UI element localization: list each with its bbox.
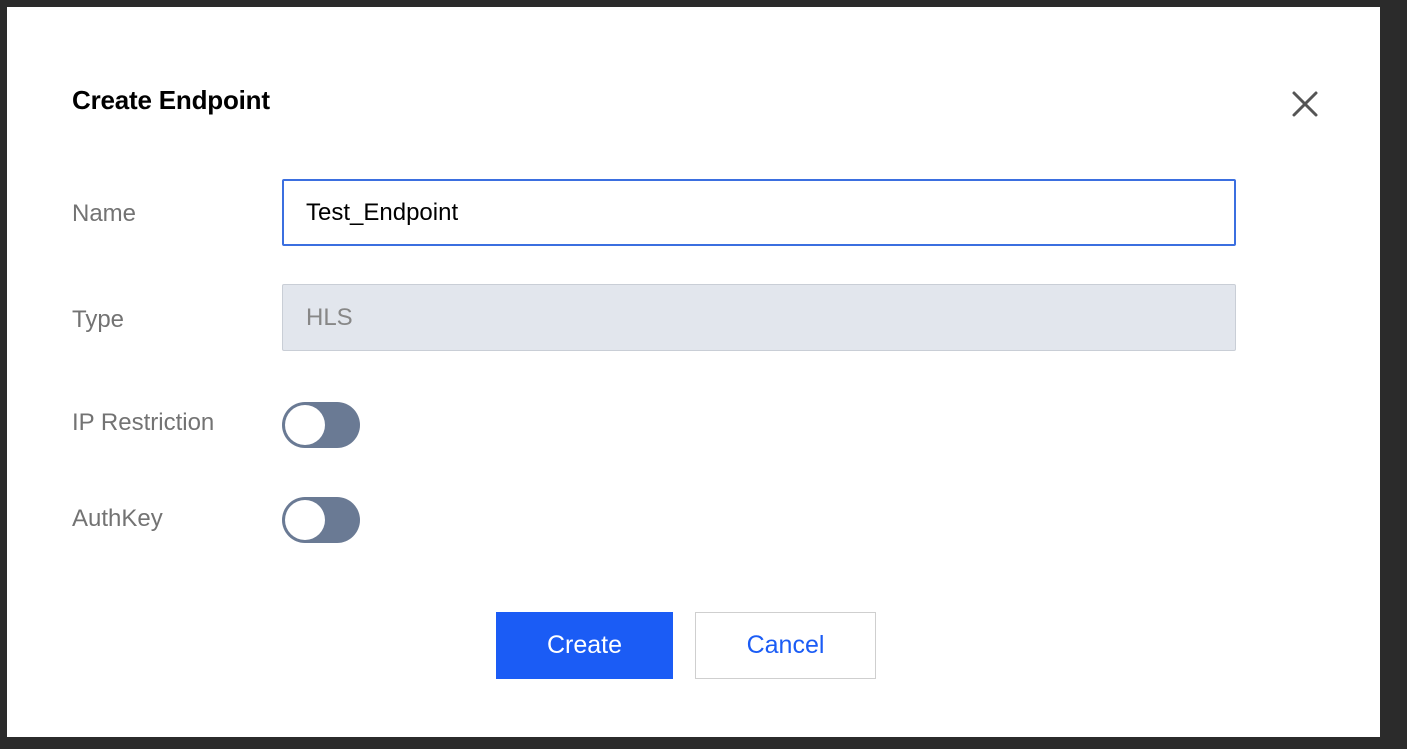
cancel-button[interactable]: Cancel [695, 612, 876, 679]
toggle-knob [285, 500, 325, 540]
toggle-knob [285, 405, 325, 445]
authkey-label: AuthKey [72, 505, 163, 532]
type-label: Type [72, 306, 125, 333]
name-label: Name [72, 200, 137, 227]
name-input[interactable] [282, 179, 1236, 246]
authkey-toggle[interactable] [282, 497, 360, 543]
create-endpoint-dialog: Create Endpoint Name Type HLS IP Restric… [7, 7, 1380, 737]
type-value: HLS [306, 304, 353, 331]
create-button[interactable]: Create [496, 612, 673, 679]
type-field: HLS [282, 284, 1236, 351]
close-icon [1292, 91, 1318, 117]
screen-frame: Create Endpoint Name Type HLS IP Restric… [0, 0, 1407, 749]
ip-restriction-label: IP Restriction [72, 409, 215, 436]
close-button[interactable] [1290, 89, 1320, 119]
dialog-title: Create Endpoint [72, 85, 270, 115]
ip-restriction-toggle[interactable] [282, 402, 360, 448]
